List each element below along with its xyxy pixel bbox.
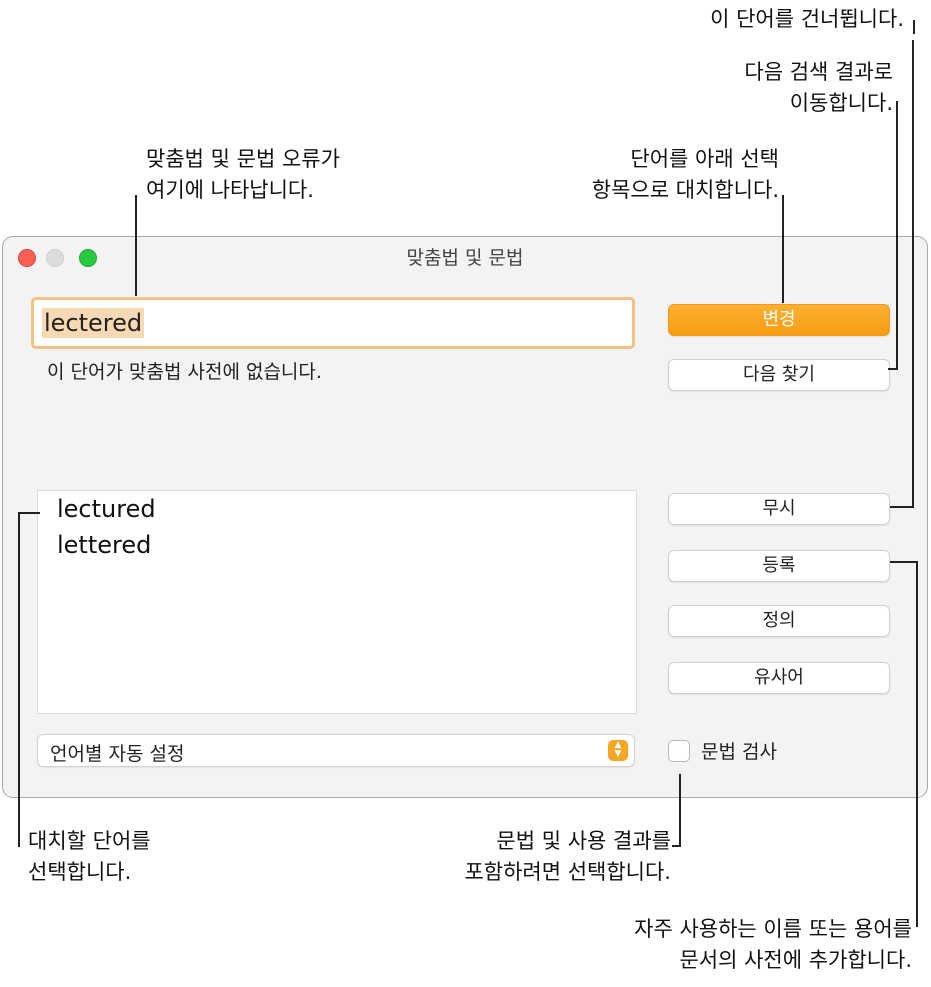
window-title: 맞춤법 및 문법 xyxy=(406,247,524,269)
callout-include-grammar: 문법 및 사용 결과를 포함하려면 선택합니다. xyxy=(464,829,671,884)
list-item[interactable]: lettered xyxy=(57,531,151,559)
callout-errors-here: 맞춤법 및 문법 오류가 여기에 나타납니다. xyxy=(146,147,340,202)
grammar-checkbox[interactable] xyxy=(668,740,690,762)
learn-button[interactable]: 등록 xyxy=(668,550,890,582)
title-bar: 맞춤법 및 문법 xyxy=(3,237,927,277)
status-message: 이 단어가 맞춤법 사전에 없습니다. xyxy=(47,361,322,383)
callout-add-to-dictionary: 자주 사용하는 이름 또는 용어를 문서의 사전에 추가합니다. xyxy=(634,917,912,972)
leader-line xyxy=(913,20,915,34)
leader-line xyxy=(890,506,914,508)
thesaurus-button[interactable]: 유사어 xyxy=(668,662,890,694)
chevron-up-down-icon: ▲ ▼ xyxy=(608,740,628,761)
callout-skip-word: 이 단어를 건너뜁니다. xyxy=(710,7,904,31)
define-button[interactable]: 정의 xyxy=(668,605,890,637)
ignore-button[interactable]: 무시 xyxy=(668,493,890,525)
spelling-grammar-window: 맞춤법 및 문법 lectered 이 단어가 맞춤법 사전에 없습니다. le… xyxy=(2,236,928,798)
leader-line xyxy=(679,774,681,846)
leader-line xyxy=(888,368,898,370)
leader-line xyxy=(135,195,137,296)
misspelled-word: lectered xyxy=(42,308,145,338)
callout-replace-word: 단어를 아래 선택 항목으로 대치합니다. xyxy=(591,147,779,202)
language-popup[interactable]: 언어별 자동 설정 ▲ ▼ xyxy=(37,734,635,767)
leader-line xyxy=(896,101,898,370)
grammar-checkbox-label: 문법 검사 xyxy=(701,741,777,763)
list-item[interactable]: lectured xyxy=(57,495,156,523)
leader-line xyxy=(18,512,40,514)
callout-next-result: 다음 검색 결과로 이동합니다. xyxy=(744,60,893,115)
callout-choose-replacement: 대치할 단어를 선택합니다. xyxy=(28,829,151,884)
find-next-button[interactable]: 다음 찾기 xyxy=(668,359,890,391)
suggestions-list[interactable]: lectured lettered xyxy=(37,490,637,714)
change-button[interactable]: 변경 xyxy=(668,304,890,336)
leader-line xyxy=(672,845,681,847)
leader-line xyxy=(782,195,784,303)
leader-line xyxy=(18,512,20,847)
leader-line xyxy=(890,561,918,563)
misspelled-word-field[interactable]: lectered xyxy=(31,297,635,349)
leader-line xyxy=(912,40,914,508)
leader-line xyxy=(916,561,918,927)
language-popup-label: 언어별 자동 설정 xyxy=(50,743,185,765)
